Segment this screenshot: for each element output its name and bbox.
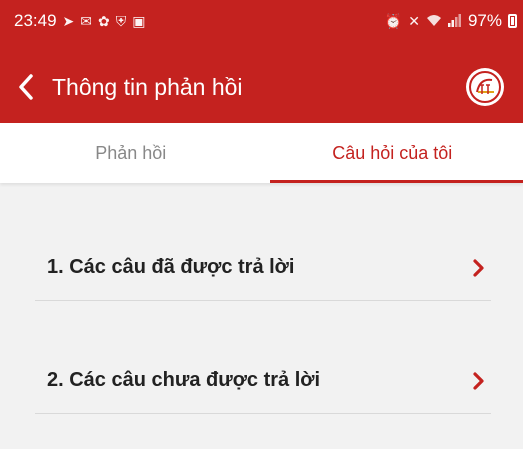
toolbar: Thông tin phản hồi [0, 58, 523, 116]
status-time: 23:49 [14, 11, 57, 30]
status-left: 23:49 ➤ ✉ ✿ ⛨ ▣ [14, 11, 145, 31]
chevron-left-icon [19, 74, 33, 100]
battery-icon [508, 14, 517, 28]
list-item-label: 2. Các câu chưa được trả lời [47, 369, 321, 391]
mute-icon: ✕ [408, 13, 420, 29]
tab-my-questions-label: Câu hỏi của tôi [332, 142, 453, 163]
app-icon: ✿ [98, 13, 110, 29]
chevron-right-icon [473, 258, 485, 277]
shield-icon: ⛨ [115, 13, 127, 29]
battery-level: 97% [467, 11, 502, 30]
tab-bar: Phản hồi Câu hỏi của tôi [0, 123, 523, 183]
list-item-unanswered[interactable]: 2. Các câu chưa được trả lời [35, 348, 491, 414]
mail-icon: ✉ [80, 13, 93, 29]
app-bar: 23:49 ➤ ✉ ✿ ⛨ ▣ ⏰ ✕ 97% Thông tin phản h… [0, 0, 523, 123]
status-right: ⏰ ✕ 97% [385, 11, 517, 31]
alarm-icon: ⏰ [384, 13, 403, 29]
tab-feedback[interactable]: Phản hồi [0, 123, 262, 183]
list-item-answered[interactable]: 1. Các câu đã được trả lời [35, 235, 491, 301]
page-title: Thông tin phản hồi [52, 73, 243, 100]
app-logo-icon[interactable] [466, 68, 504, 106]
back-button[interactable] [4, 65, 48, 109]
tab-feedback-label: Phản hồi [95, 142, 167, 163]
signal-icon [447, 13, 462, 29]
list-item-label: 1. Các câu đã được trả lời [47, 256, 295, 278]
status-bar: 23:49 ➤ ✉ ✿ ⛨ ▣ ⏰ ✕ 97% [0, 0, 523, 42]
tab-my-questions[interactable]: Câu hỏi của tôi [262, 123, 523, 183]
chevron-right-icon [473, 371, 485, 390]
navigation-icon: ➤ [62, 13, 75, 29]
image-icon: ▣ [132, 13, 146, 29]
wifi-icon [426, 14, 442, 29]
